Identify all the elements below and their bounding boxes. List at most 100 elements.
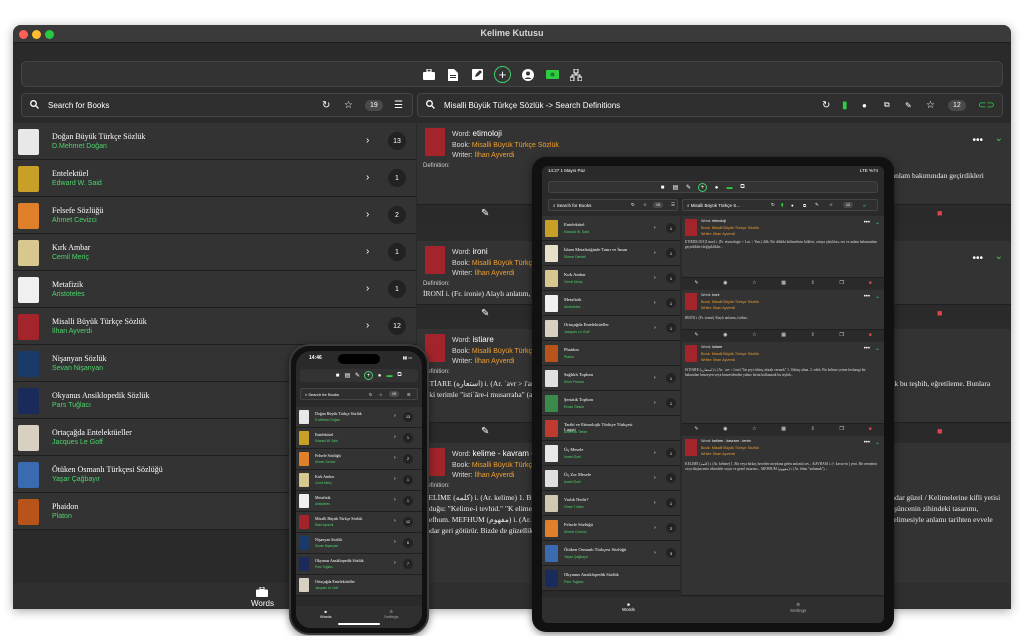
star-icon[interactable]: ☆ (752, 280, 756, 286)
calendar-icon[interactable]: ▦ (781, 426, 786, 432)
briefcase-icon[interactable] (422, 68, 436, 82)
star-icon[interactable]: ☆ (643, 202, 647, 208)
list-icon[interactable]: ☰ (671, 202, 675, 208)
book-list-item[interactable]: Misalli Büyük Türkçe Sözlük İlhan Ayverdi… (296, 512, 422, 533)
user-circle-icon[interactable]: ● (376, 372, 383, 379)
more-icon[interactable]: ••• (972, 253, 983, 264)
link-icon[interactable]: ∞ (863, 203, 866, 208)
word-card[interactable]: Word: etimoloji Book: Misalli Büyük Türk… (682, 216, 884, 278)
hierarchy-icon[interactable]: ⧉ (884, 100, 890, 110)
word-book[interactable]: Misalli Büyük Türkçe Sözlük (472, 142, 559, 149)
ipad-definition-search[interactable]: ⌕ Misalli Büyük Türkçe S... ↻ ▮ ● ⧉ ✎ ☆ … (682, 199, 878, 211)
delete-icon[interactable]: ■ (937, 208, 942, 218)
money-icon[interactable]: ▬ (726, 184, 733, 191)
book-list-item[interactable]: Ötüken Osmanlı Türkçesi Sözlüğü Yaşar Çağ… (542, 541, 680, 566)
edit-icon[interactable]: ✎ (481, 308, 489, 319)
book-list-item[interactable]: Ortaçağda Entelektüeller Jacques Le Goff ›… (542, 316, 680, 341)
delete-icon[interactable]: ■ (937, 308, 942, 318)
chevron-down-icon[interactable]: ⌄ (995, 133, 1003, 144)
hierarchy-icon[interactable]: ⧉ (803, 203, 806, 208)
delete-icon[interactable]: ■ (869, 280, 872, 286)
tab-settings[interactable]: ⚙ Settings (790, 602, 806, 613)
book-list-item[interactable]: Şeriatik Toplum Ercan Öksüz › 1 (542, 391, 680, 416)
book-list-item[interactable]: Entelektüel Edward W. Said › 1 (542, 216, 680, 241)
more-icon[interactable]: ••• (864, 440, 870, 446)
star-icon[interactable]: ☆ (752, 332, 756, 338)
hierarchy-icon[interactable]: ⧉ (739, 184, 746, 191)
add-icon[interactable]: + (494, 66, 511, 83)
book-list-item[interactable]: Kırk Ambar Cemil Meriç › 1 (296, 470, 422, 491)
edit-square-icon[interactable]: ✎ (815, 202, 819, 208)
edit-icon[interactable]: ✎ (481, 426, 489, 437)
book-list-item[interactable]: Kırk Ambar Cemil Meriç › 1 (13, 234, 416, 271)
edit-icon[interactable]: ✎ (694, 280, 698, 286)
book-list-item[interactable]: Üç Zor Mesele İsmet Özel › 1 (542, 466, 680, 491)
book-list-item[interactable]: Entelektüel Edward W. Said › 1 (296, 428, 422, 449)
book-list-item[interactable]: Phaidon Platon (542, 341, 680, 366)
briefcase-icon[interactable]: ■ (659, 184, 666, 191)
book-list-item[interactable]: Tarihi ve Etimolojik Türkiye Türkçesi Lu… (542, 416, 680, 441)
more-icon[interactable]: ••• (864, 220, 870, 226)
refresh-icon[interactable]: ↻ (771, 202, 775, 208)
book-list-item[interactable]: Varlık Nedir? Ömer Türker › 1 (542, 491, 680, 516)
ipad-book-search[interactable]: ⌕ Search for Books ↻ ☆ 19 ☰ (548, 199, 678, 211)
book-search-input[interactable]: Search for Books (48, 101, 109, 110)
chevron-down-icon[interactable]: ⌄ (875, 439, 880, 446)
book-list-item[interactable]: Okyanus Ansiklopedik Sözlük Pars Tuğlacı (542, 566, 680, 591)
delete-icon[interactable]: ■ (937, 426, 942, 436)
edit-icon[interactable]: ✎ (694, 332, 698, 338)
tab-words[interactable]: ■ Words (622, 602, 635, 612)
copy-icon[interactable]: ❐ (840, 426, 844, 432)
document-green-icon[interactable]: ▮ (781, 202, 783, 208)
more-icon[interactable]: ••• (864, 294, 870, 300)
book-list-item[interactable]: Doğan Büyük Türkçe Sözlük D.Mehmet Doğan ›… (296, 407, 422, 428)
user-circle-icon[interactable]: ● (713, 184, 720, 191)
star-icon[interactable]: ☆ (926, 100, 935, 111)
chevron-down-icon[interactable]: ⌄ (875, 293, 880, 300)
add-icon[interactable]: + (698, 183, 707, 192)
user-circle-icon[interactable]: ● (791, 203, 794, 208)
refresh-icon[interactable]: ↻ (322, 100, 330, 111)
tab-words[interactable]: Words (251, 586, 274, 608)
edit-square-icon[interactable] (470, 68, 484, 82)
chevron-down-icon[interactable]: ⌄ (995, 251, 1003, 262)
document-green-icon[interactable]: ▮ (842, 100, 848, 111)
book-list-item[interactable]: Entelektüel Edward W. Said › 1 (13, 160, 416, 197)
refresh-icon[interactable]: ↻ (369, 392, 372, 397)
book-list-item[interactable]: Metafizik Aristoteles › 1 (13, 271, 416, 308)
list-icon[interactable]: ☰ (407, 392, 411, 397)
edit-square-icon[interactable]: ✎ (685, 184, 692, 191)
book-list-item[interactable]: Felsefe Sözlüğü Ahmet Cevizci › 2 (13, 197, 416, 234)
book-list-item[interactable]: Metafizik Aristoteles › 1 (296, 491, 422, 512)
hierarchy-icon[interactable]: ⧉ (396, 372, 403, 379)
definition-search-input[interactable]: Misalli Büyük Türkçe Sözlük -> Search De… (444, 101, 620, 110)
book-list-item[interactable]: Üç Mesele İsmet Özel › 1 (542, 441, 680, 466)
eye-icon[interactable]: ◉ (723, 280, 727, 286)
book-list-item[interactable]: Ortaçağda Entelektüeller Jacques Le Goff (296, 575, 422, 596)
book-list-item[interactable]: Okyanus Ansiklopedik Sözlük Pars Tuğlacı ›… (296, 554, 422, 575)
word-card[interactable]: Word: kelime - kavram - terim Book: Misa… (682, 436, 884, 596)
star-icon[interactable]: ☆ (344, 100, 353, 111)
hierarchy-icon[interactable] (569, 68, 583, 82)
chevron-down-icon[interactable]: ⌄ (875, 345, 880, 352)
briefcase-icon[interactable]: ■ (334, 372, 341, 379)
edit-icon[interactable]: ✎ (481, 208, 489, 219)
word-card[interactable]: Word: ironi Book: Misalli Büyük Türkçe S… (682, 290, 884, 330)
document-icon[interactable]: ▤ (672, 184, 679, 191)
document-icon[interactable] (446, 68, 460, 82)
star-icon[interactable]: ☆ (379, 392, 383, 397)
copy-icon[interactable]: ❐ (840, 332, 844, 338)
calendar-icon[interactable]: ▦ (781, 332, 786, 338)
money-icon[interactable]: ▬ (386, 372, 393, 379)
tab-settings[interactable]: ⚙ Settings (384, 609, 398, 619)
star-icon[interactable]: ☆ (829, 202, 833, 208)
chevron-down-icon[interactable]: ⌄ (875, 219, 880, 226)
book-list-item[interactable]: Felsefe Sözlüğü Ahmet Cevizci › 2 (542, 516, 680, 541)
document-icon[interactable]: ▤ (344, 372, 351, 379)
money-icon[interactable] (545, 68, 559, 82)
share-icon[interactable]: ⇪ (811, 332, 815, 338)
user-circle-icon[interactable] (521, 68, 535, 82)
tab-words[interactable]: ■ Words (320, 609, 331, 619)
edit-icon[interactable]: ✎ (694, 426, 698, 432)
edit-square-icon[interactable]: ✎ (905, 101, 912, 110)
